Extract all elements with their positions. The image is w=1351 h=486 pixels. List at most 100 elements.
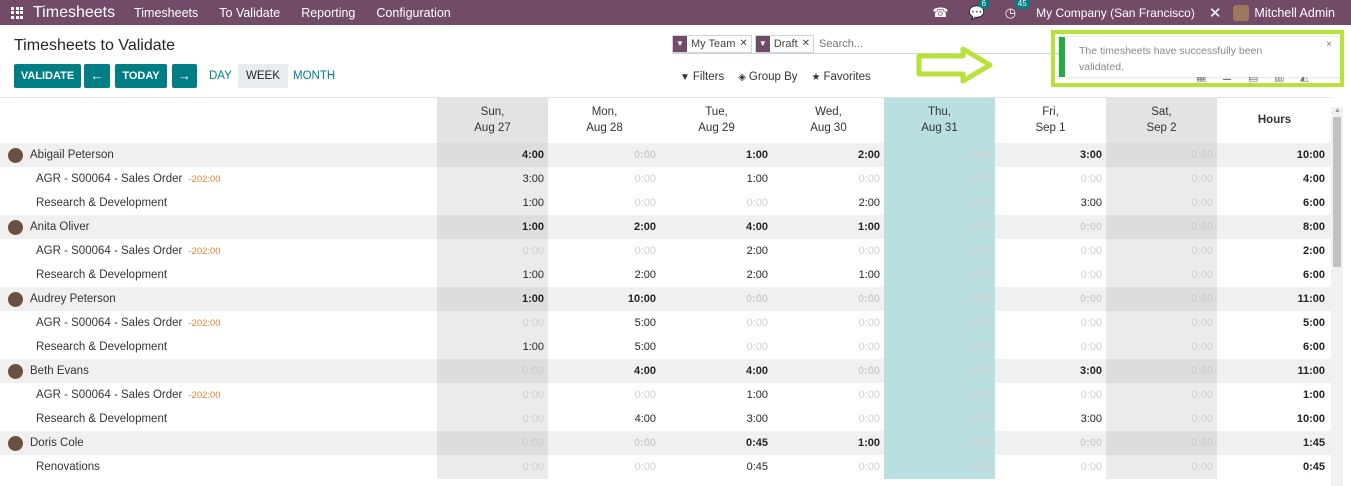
hours-cell[interactable]: 0:00 [995,239,1106,263]
company-switcher[interactable]: My Company (San Francisco) [1036,6,1195,20]
hours-cell[interactable]: 3:00 [661,407,772,431]
hours-cell[interactable]: 0:00 [995,383,1106,407]
hours-cell[interactable]: 0:00 [884,311,995,335]
hours-cell[interactable]: 0:00 [995,311,1106,335]
hours-cell[interactable]: 2:00 [549,263,660,287]
hours-cell[interactable]: 1:00 [661,167,772,191]
hours-cell[interactable]: 0:00 [884,407,995,431]
favorites-button[interactable]: ★ Favorites [812,71,871,83]
hours-cell[interactable]: 3:00 [995,191,1106,215]
range-day[interactable]: DAY [201,64,240,88]
filters-button[interactable]: ▼ Filters [680,71,724,83]
hours-cell[interactable]: 5:00 [549,335,660,359]
chat-icon[interactable]: 💬 6 [969,0,990,21]
prev-period-button[interactable]: ← [84,64,110,88]
hours-cell[interactable]: 5:00 [549,311,660,335]
employee-group-row[interactable]: Anita Oliver 1:00 2:00 4:00 1:00 0:00 0:00 0:00… [0,215,1331,239]
scroll-thumb[interactable] [1333,117,1341,267]
today-button[interactable]: TODAY [115,64,167,88]
page-title: Timesheets to Validate [14,37,175,54]
hours-cell[interactable]: 0:00 [661,191,772,215]
hours-cell[interactable]: 0:00 [773,239,884,263]
hours-cell[interactable]: 0:00 [884,335,995,359]
hours-cell[interactable]: 0:00 [995,263,1106,287]
hours-cell[interactable]: 0:00 [1106,335,1217,359]
hours-cell[interactable]: 1:00 [661,383,772,407]
remove-facet-icon[interactable]: ✕ [802,36,813,52]
hours-cell[interactable]: 0:00 [773,455,884,479]
hours-cell[interactable]: 1:00 [437,191,548,215]
hours-cell[interactable]: 0:00 [884,239,995,263]
hours-cell[interactable]: 0:00 [995,167,1106,191]
hours-cell[interactable]: 0:00 [1106,407,1217,431]
debug-tools-icon[interactable]: ✕ [1209,4,1222,22]
hours-cell[interactable]: 0:00 [773,335,884,359]
hours-cell[interactable]: 2:00 [661,263,772,287]
employee-name: Audrey Peterson [0,287,116,311]
hours-cell[interactable]: 0:00 [437,311,548,335]
employee-group-row[interactable]: Abigail Peterson 4:00 0:00 1:00 2:00 0:00 3:00… [0,143,1331,167]
range-week[interactable]: WEEK [238,64,288,88]
hours-cell[interactable]: 0:00 [549,239,660,263]
hours-cell[interactable]: 0:00 [1106,455,1217,479]
user-avatar[interactable] [1233,4,1250,21]
activity-clock-icon[interactable]: ◷ 45 [1005,0,1030,21]
hours-cell[interactable]: 0:00 [1106,167,1217,191]
user-menu[interactable]: Mitchell Admin [1254,6,1335,20]
hours-cell[interactable]: 4:00 [549,407,660,431]
app-name[interactable]: Timesheets [33,4,115,22]
hours-cell[interactable]: 0:00 [549,167,660,191]
hours-cell[interactable]: 0:00 [437,383,548,407]
hours-cell[interactable]: 1:00 [437,335,548,359]
hours-cell[interactable]: 0:00 [884,263,995,287]
hours-cell[interactable]: 0:00 [437,455,548,479]
hours-cell[interactable]: 3:00 [995,407,1106,431]
next-period-button[interactable]: → [172,64,197,88]
hours-cell[interactable]: 0:00 [437,239,548,263]
hours-cell[interactable]: 0:00 [1106,311,1217,335]
groupby-button[interactable]: ◈ Group By [738,71,797,83]
hours-cell[interactable]: 0:00 [884,191,995,215]
menu-to-validate[interactable]: To Validate [219,6,280,20]
hours-cell[interactable]: 0:00 [549,191,660,215]
menu-configuration[interactable]: Configuration [376,6,450,20]
hours-cell[interactable]: 0:00 [773,383,884,407]
hours-cell[interactable]: 0:00 [884,455,995,479]
hours-cell[interactable]: 3:00 [437,167,548,191]
employee-group-row[interactable]: Audrey Peterson 1:00 10:00 0:00 0:00 0:00 0:00… [0,287,1331,311]
hours-cell[interactable]: 2:00 [661,239,772,263]
vertical-scrollbar[interactable]: ▲ [1331,107,1343,486]
hours-cell[interactable]: 0:00 [995,335,1106,359]
phone-icon[interactable]: ☎ [932,5,948,21]
hours-cell[interactable]: 0:00 [995,455,1106,479]
validate-button[interactable]: VALIDATE [14,64,81,88]
hours-cell[interactable]: 0:00 [884,383,995,407]
apps-menu-icon[interactable] [11,6,23,19]
hours-cell[interactable]: 0:00 [661,311,772,335]
hours-cell[interactable]: 0:00 [1106,263,1217,287]
hours-cell[interactable]: 1:00 [437,263,548,287]
hours-cell[interactable]: 0:00 [549,455,660,479]
remove-facet-icon[interactable]: ✕ [739,36,750,52]
hours-cell[interactable]: 0:45 [661,455,772,479]
employee-group-row[interactable]: Beth Evans 0:00 4:00 4:00 0:00 0:00 3:00 0:00 11… [0,359,1331,383]
hours-cell[interactable]: 0:00 [1106,383,1217,407]
hours-cell[interactable]: 0:00 [773,167,884,191]
menu-reporting[interactable]: Reporting [301,6,355,20]
hours-cell: 1:00 [857,437,880,449]
employee-avatar [8,291,23,307]
menu-timesheets[interactable]: Timesheets [134,6,198,20]
hours-cell[interactable]: 0:00 [549,383,660,407]
employee-group-row[interactable]: Doris Cole 0:00 0:00 0:45 1:00 0:00 0:00 0:00 1:… [0,431,1331,455]
hours-cell[interactable]: 0:00 [1106,191,1217,215]
scroll-up-icon[interactable]: ▲ [1334,107,1341,114]
hours-cell[interactable]: 1:00 [773,263,884,287]
hours-cell[interactable]: 0:00 [661,335,772,359]
hours-cell[interactable]: 0:00 [773,311,884,335]
range-month[interactable]: MONTH [285,64,343,88]
hours-cell[interactable]: 0:00 [437,407,548,431]
hours-cell[interactable]: 0:00 [884,167,995,191]
hours-cell[interactable]: 0:00 [1106,239,1217,263]
hours-cell[interactable]: 2:00 [773,191,884,215]
hours-cell[interactable]: 0:00 [773,407,884,431]
